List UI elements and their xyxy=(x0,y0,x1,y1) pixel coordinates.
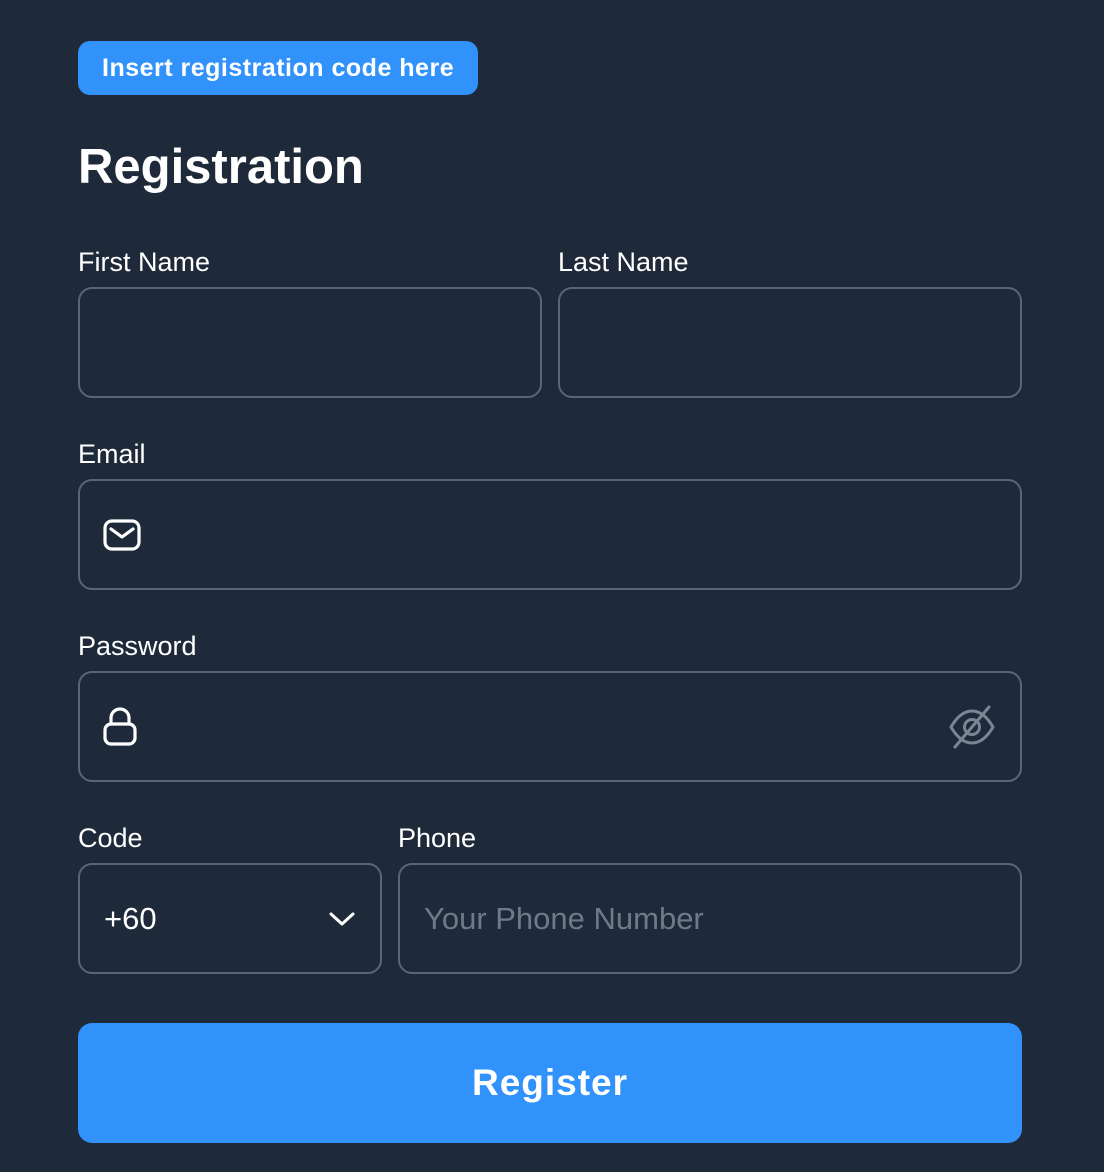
insert-registration-code-button[interactable]: Insert registration code here xyxy=(78,41,479,95)
email-label: Email xyxy=(78,439,146,469)
last-name-input[interactable] xyxy=(560,289,1020,396)
password-field xyxy=(78,671,1022,782)
last-name-field xyxy=(558,287,1022,398)
first-name-field xyxy=(78,287,542,398)
password-label: Password xyxy=(78,631,197,661)
registration-page: Insert registration code here Registrati… xyxy=(0,0,1104,1172)
chevron-down-icon xyxy=(328,910,356,928)
email-field xyxy=(78,479,1022,590)
phone-field xyxy=(398,863,1022,974)
phone-label: Phone xyxy=(398,823,477,853)
mail-icon xyxy=(102,518,142,552)
register-button[interactable]: Register xyxy=(78,1023,1022,1143)
first-name-label: First Name xyxy=(78,247,211,277)
lock-icon xyxy=(102,706,138,747)
phone-input[interactable] xyxy=(400,865,1020,972)
password-input[interactable] xyxy=(138,673,948,780)
first-name-input[interactable] xyxy=(80,289,540,396)
page-title: Registration xyxy=(78,140,364,194)
code-label: Code xyxy=(78,823,143,853)
email-input[interactable] xyxy=(142,481,1020,588)
country-code-value: +60 xyxy=(104,900,157,936)
last-name-label: Last Name xyxy=(558,247,689,277)
eye-off-icon[interactable] xyxy=(948,704,996,750)
country-code-select[interactable]: +60 xyxy=(78,863,382,974)
